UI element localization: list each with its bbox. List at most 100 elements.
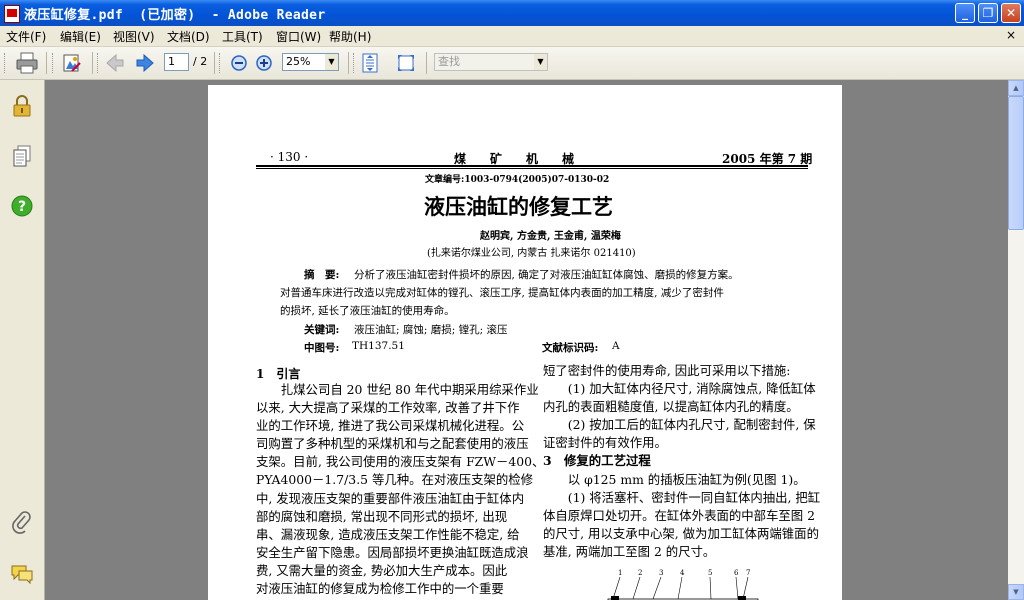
- toolbar-grip[interactable]: [52, 53, 56, 73]
- figure-label: 1: [618, 569, 622, 577]
- doc-code-label: 文献标识码:: [542, 342, 599, 354]
- search-dropdown-button[interactable]: ▼: [534, 53, 548, 71]
- body-line: 扎煤公司自 20 世纪 80 年代中期采用综采作业: [256, 382, 539, 397]
- clc-number: TH137.51: [352, 340, 405, 352]
- security-lock-icon[interactable]: [10, 94, 34, 118]
- toolbar: 1 / 2 25% ▼ 查找 ▼: [0, 47, 1024, 80]
- page-number-input[interactable]: 1: [164, 53, 189, 71]
- toolbar-grip[interactable]: [97, 53, 101, 73]
- authors: 赵明宾, 方金贵, 王金甫, 温荣梅: [480, 231, 621, 242]
- toolbar-separator: [214, 52, 215, 74]
- zoom-out-icon[interactable]: [228, 51, 250, 75]
- body-line: 部的腐蚀和磨损, 常出现不同形式的损坏, 出现: [256, 508, 508, 524]
- navigation-pane: ?: [0, 80, 45, 600]
- attachments-paperclip-icon[interactable]: [10, 510, 34, 534]
- menu-bar: 文件(F) 编辑(E) 视图(V) 文档(D) 工具(T) 窗口(W) 帮助(H…: [0, 26, 1024, 47]
- actual-size-icon[interactable]: [394, 51, 418, 75]
- abstract-line: 分析了液压油缸密封件损坏的原因, 确定了对液压油缸缸体腐蚀、磨损的修复方案。: [354, 269, 739, 281]
- body-line: 安全生产留下隐患。因局部损坏更换油缸既造成浪: [256, 544, 529, 560]
- body-line: (1) 加大缸体内径尺寸, 消除腐蚀点, 降低缸体: [543, 381, 816, 397]
- window-title: 液压缸修复.pdf (已加密) - Adobe Reader: [24, 8, 326, 23]
- close-document-button[interactable]: ×: [1006, 28, 1016, 42]
- figure-label: 4: [680, 569, 685, 577]
- body-line: 体自原焊口处切开。在缸体外表面的中部车至图 2: [543, 507, 816, 523]
- close-button[interactable]: ✕: [1001, 3, 1021, 23]
- svg-text:?: ?: [18, 199, 26, 215]
- pdf-page: · 130 · 煤 矿 机 械 2005 年第 7 期 文章编号:1003-07…: [208, 85, 842, 600]
- toolbar-grip[interactable]: [4, 53, 8, 73]
- toolbar-grip[interactable]: [353, 53, 357, 73]
- body-line: 基准, 两端加工至图 2 的尺寸。: [543, 543, 716, 559]
- menu-edit[interactable]: 编辑(E): [60, 28, 101, 45]
- vertical-scrollbar[interactable]: ▲ ▼: [1008, 80, 1024, 600]
- figure-label: 2: [638, 569, 642, 577]
- header-rule: [256, 168, 808, 169]
- scroll-down-button[interactable]: ▼: [1008, 584, 1024, 600]
- body-line: PYA4000－1.7/3.5 等几种。在对液压支架的检修: [256, 472, 534, 488]
- figure-1-partial: 1 2 3 4 5 6 7: [607, 569, 759, 600]
- right-column: 短了密封件的使用寿命, 因此可采用以下措施: (1) 加大缸体内径尺寸, 消除腐…: [543, 362, 820, 561]
- zoom-level-input[interactable]: 25%: [282, 53, 326, 71]
- page-total-label: / 2: [193, 55, 208, 68]
- minimize-button[interactable]: _: [955, 3, 975, 23]
- search-input[interactable]: 查找: [434, 53, 535, 71]
- abstract-line: 的损坏, 延长了液压油缸的使用寿命。: [280, 305, 455, 317]
- abstract-line: 对普通车床进行改造以完成对缸体的镗孔、滚压工序, 提高缸体内表面的加工精度, 减…: [280, 287, 724, 299]
- fit-page-icon[interactable]: [358, 51, 382, 75]
- body-line: 支架。目前, 我公司使用的液压支架有 FZW－400、: [256, 454, 545, 470]
- menu-view[interactable]: 视图(V): [113, 28, 155, 45]
- article-id: 文章编号:1003-0794(2005)07-0130-02: [425, 175, 610, 185]
- zoom-in-icon[interactable]: [253, 51, 275, 75]
- toolbar-separator: [46, 52, 47, 74]
- body-line: 串、漏液现象, 造成液压支架工作性能不稳定, 给: [256, 526, 520, 542]
- body-line: 以来, 大大提高了采煤的工作效率, 改善了井下作: [256, 400, 520, 416]
- scroll-up-button[interactable]: ▲: [1008, 80, 1024, 96]
- body-line: (2) 按加工后的缸体内孔尺寸, 配制密封件, 保: [543, 417, 816, 433]
- body-line: 对液压油缸的修复成为检修工作中的一个重要: [256, 581, 504, 597]
- section-heading: 3 修复的工艺过程: [543, 453, 651, 469]
- left-column: 扎煤公司自 20 世纪 80 年代中期采用综采作业 以来, 大大提高了采煤的工作…: [256, 381, 544, 598]
- pages-icon[interactable]: [10, 144, 34, 168]
- help-icon[interactable]: ?: [10, 194, 34, 218]
- body-line: 司购置了多种机型的采煤机和与之配套使用的液压: [256, 436, 529, 452]
- next-page-icon[interactable]: [134, 51, 156, 75]
- clc-label: 中图号:: [304, 342, 340, 354]
- figure-label: 6: [734, 569, 739, 577]
- figure-label: 7: [746, 569, 750, 577]
- header-rule: [256, 165, 808, 167]
- article-title: 液压油缸的修复工艺: [424, 195, 613, 219]
- previous-page-icon[interactable]: [104, 51, 126, 75]
- body-line: 短了密封件的使用寿命, 因此可采用以下措施:: [543, 363, 791, 378]
- body-line: 内孔的表面粗糙度值, 以提高缸体内孔的精度。: [543, 399, 799, 415]
- restore-button[interactable]: ❐: [978, 3, 998, 23]
- body-line: 中, 发现液压支架的重要部件液压油缸由于缸体内: [256, 490, 525, 506]
- zoom-dropdown-button[interactable]: ▼: [325, 53, 339, 71]
- doc-code: A: [612, 340, 620, 352]
- scroll-thumb[interactable]: [1008, 96, 1024, 230]
- abstract-label: 摘 要:: [304, 269, 340, 281]
- menu-tools[interactable]: 工具(T): [222, 28, 263, 45]
- page-number: · 130 ·: [270, 150, 309, 164]
- section-heading: 1 引言: [256, 367, 301, 381]
- body-line: 业的工作环境, 推进了我公司采煤机械化进程。公: [256, 418, 525, 434]
- toolbar-grip[interactable]: [219, 53, 223, 73]
- toolbar-separator: [348, 52, 349, 74]
- comments-icon[interactable]: [10, 562, 34, 586]
- body-line: (1) 将活塞杆、密封件一同自缸体内抽出, 把缸: [543, 489, 821, 505]
- body-line: 以 φ125 mm 的插板压油缸为例(见图 1)。: [543, 471, 806, 487]
- title-bar: 液压缸修复.pdf (已加密) - Adobe Reader _ ❐ ✕: [0, 0, 1024, 26]
- figure-label: 5: [708, 569, 712, 577]
- layout-icon[interactable]: [60, 51, 84, 75]
- body-line: 费, 又需大量的资金, 势必加大生产成本。因此: [256, 562, 508, 578]
- toolbar-separator: [426, 52, 427, 74]
- keywords: 液压油缸; 腐蚀; 磨损; 镗孔; 滚压: [354, 324, 508, 336]
- toolbar-separator: [92, 52, 93, 74]
- menu-file[interactable]: 文件(F): [6, 28, 46, 45]
- adobe-reader-app-icon: [4, 5, 20, 23]
- printer-icon[interactable]: [14, 51, 40, 75]
- keywords-label: 关键词:: [304, 324, 340, 336]
- document-area[interactable]: · 130 · 煤 矿 机 械 2005 年第 7 期 文章编号:1003-07…: [45, 80, 1008, 600]
- menu-help[interactable]: 帮助(H): [329, 28, 371, 45]
- menu-window[interactable]: 窗口(W): [276, 28, 321, 45]
- menu-document[interactable]: 文档(D): [167, 28, 210, 45]
